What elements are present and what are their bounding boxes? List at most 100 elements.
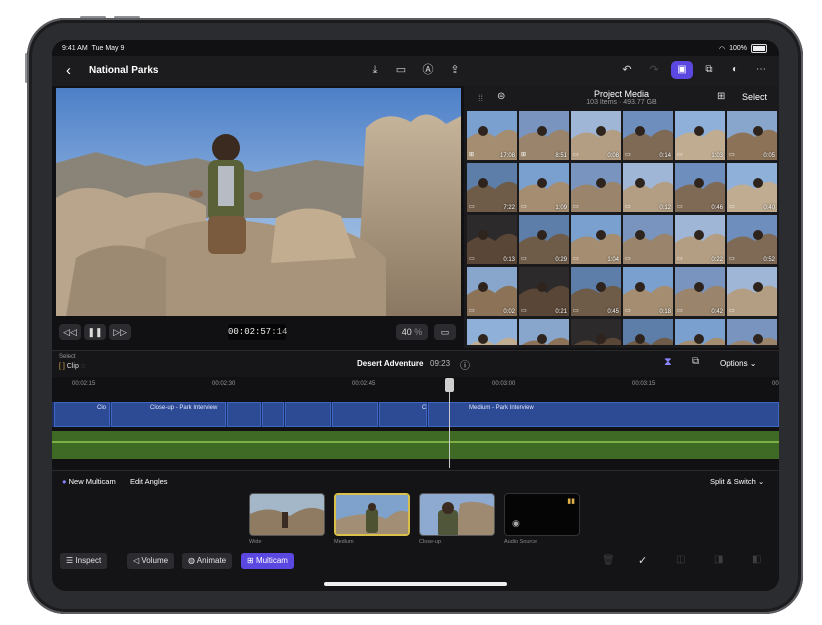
media-thumbnail[interactable] [727,319,777,345]
media-thumbnail[interactable] [571,319,621,345]
viewer-frame [56,88,461,316]
top-toolbar: ‹ National Parks ⤓ ▭ Ⓐ ⇪ ↶ ↷ ▣ ⧉ ◐ ⋯ [52,56,779,86]
media-thumbnail[interactable]: 0:13 ▭ [467,215,517,264]
multicam-angle-bar: ● New Multicam Edit Angles Split & Switc… [52,470,779,554]
ruler-tick-label: 00:03:30 [772,381,779,387]
media-thumbnail[interactable]: 0:21 ▭ [519,267,569,316]
rewind-icon[interactable]: ◁◁ [59,324,81,340]
split-switch-menu[interactable]: Split & Switch ⌄ [710,477,764,486]
pause-icon[interactable]: ❚❚ [84,324,106,340]
clip-duration: 0:18 [659,309,671,315]
timeline-clip[interactable]: Cl [379,402,427,427]
angle-audio-source[interactable]: ▮▮ ◉ [504,493,580,536]
timeline-clip[interactable]: Clo [54,402,110,427]
media-thumbnail[interactable]: 0:12 ▭ [623,163,673,212]
timeline-clip[interactable] [262,402,284,427]
more-icon[interactable]: ⋯ [750,61,772,79]
media-thumbnail[interactable]: 0:42 ▭ [675,267,725,316]
media-thumbnail[interactable]: 0:14 ▭ [623,111,673,160]
audio-track[interactable] [52,431,779,459]
media-thumbnail[interactable]: 0:45 ▭ [571,267,621,316]
clip-duration: 0:05 [763,153,775,159]
select-button[interactable]: Select [742,92,767,102]
media-thumbnail[interactable]: 0:46 ▭ [675,163,725,212]
media-thumbnail[interactable]: 1:04 ▭ [571,215,621,264]
media-thumbnail[interactable] [623,319,673,345]
undo-icon[interactable]: ↶ [620,63,634,77]
media-thumbnail[interactable]: 0:08 ▭ [571,111,621,160]
media-thumbnail[interactable]: ▭ [571,163,621,212]
angle-close-up[interactable] [419,493,495,536]
clip-duration: 0:12 [659,205,671,211]
zoom-control[interactable]: 40 % [396,324,428,340]
timeline-clip[interactable]: Close-up - Park Interview [111,402,226,427]
inspect-button[interactable]: ☰ Inspect [60,553,108,569]
clip-mode-selector[interactable]: [ ] Clip ◌ [59,363,85,370]
timeline-clip[interactable] [227,402,261,427]
viewer-options-icon[interactable]: ▭ [434,324,456,340]
timeline-clip[interactable] [285,402,331,427]
media-thumbnail[interactable]: 0:02 ▭ [467,267,517,316]
media-thumbnail[interactable]: 1:09 ▭ [519,163,569,212]
new-multicam-button[interactable]: ● New Multicam [62,477,116,486]
animate-button[interactable]: ◍ Animate [182,553,233,569]
media-thumbnail[interactable]: 0:40 ▭ [727,163,777,212]
angle-wide[interactable] [249,493,325,536]
clip-duration: 0:02 [503,309,515,315]
timeline-view-icon[interactable]: ⧉ [692,356,699,367]
timeline-ruler[interactable]: 00:02:15 00:02:30 00:02:45 00:03:00 00:03:15… [52,377,779,395]
snapping-icon[interactable]: ⧗ [664,356,672,369]
video-clip-icon: ▭ [573,204,579,210]
inspector-toggle-icon[interactable]: ◐ [724,61,746,79]
video-clip-icon: ▭ [677,256,683,262]
angle-medium[interactable] [334,493,410,536]
playhead-handle[interactable] [445,378,454,392]
redo-icon: ↷ [649,64,659,76]
media-thumbnail[interactable]: 1:03 ▭ [675,111,725,160]
chevron-left-icon[interactable]: ‹ [66,62,71,79]
forward-icon[interactable]: ▷▷ [109,324,131,340]
camera-icon[interactable]: ▭ [394,63,408,77]
clip-duration: 0:08 [607,153,619,159]
media-thumbnail[interactable]: 0:18 ▭ [623,267,673,316]
options-button[interactable]: Options ⌄ [720,359,757,368]
share-icon[interactable]: ⇪ [448,63,462,77]
grid-view-icon[interactable]: ⊞ [717,91,725,102]
audio-meter-icon: ▮▮ [567,498,575,505]
import-icon[interactable]: ⤓ [368,63,382,77]
project-media-browser: ⁞⁞ ⊜ Project Media 103 Items · 493.77 GB… [464,86,779,348]
media-thumbnail[interactable] [467,319,517,345]
timeline-title: Desert Adventure [357,359,424,368]
video-clip-icon: ▭ [677,308,683,314]
multicam-button[interactable]: ⊞ Multicam [241,553,294,569]
media-thumbnail[interactable]: 17:08 ⊞ [467,111,517,160]
video-clip-icon: ▭ [625,204,631,210]
media-thumbnail[interactable]: ▭ [727,267,777,316]
volume-button[interactable]: ◁ Volume [127,553,175,569]
add-media-icon[interactable]: ⧉ [698,61,720,79]
media-title: Project Media [593,89,650,99]
media-thumbnail[interactable]: 7:22 ▭ [467,163,517,212]
video-viewer[interactable] [56,88,461,316]
trim-end-icon: ◧ [752,554,762,565]
primary-storyline[interactable]: Clo Close-up - Park Interview Cl Medium … [52,402,779,427]
photos-browser-icon[interactable]: ▣ [671,61,693,79]
media-thumbnail[interactable] [675,319,725,345]
home-indicator[interactable] [324,582,507,586]
timeline-header: Select [ ] Clip ◌ Desert Adventure 09:23… [52,350,779,377]
edit-angles-button[interactable]: Edit Angles [130,477,168,486]
select-mode-label: Select [59,354,76,360]
media-thumbnail[interactable] [519,319,569,345]
pencil-circle-icon[interactable]: Ⓐ [421,63,435,77]
media-thumbnail[interactable]: ▭ [623,215,673,264]
info-icon[interactable]: ⓘ [460,357,470,372]
media-thumbnail[interactable]: 0:05 ▭ [727,111,777,160]
checkmark-circle-icon[interactable]: ✓ [638,554,647,567]
timeline-clip[interactable]: Medium - Park Interview [428,402,779,427]
media-thumbnail[interactable]: 0:29 ▭ [519,215,569,264]
media-thumbnail[interactable]: 8:51 ⊞ [519,111,569,160]
media-thumbnail[interactable]: 0:22 ▭ [675,215,725,264]
media-thumbnail[interactable]: 0:52 ▭ [727,215,777,264]
timeline-clip[interactable] [332,402,378,427]
trim-start-icon: ◨ [714,554,724,565]
